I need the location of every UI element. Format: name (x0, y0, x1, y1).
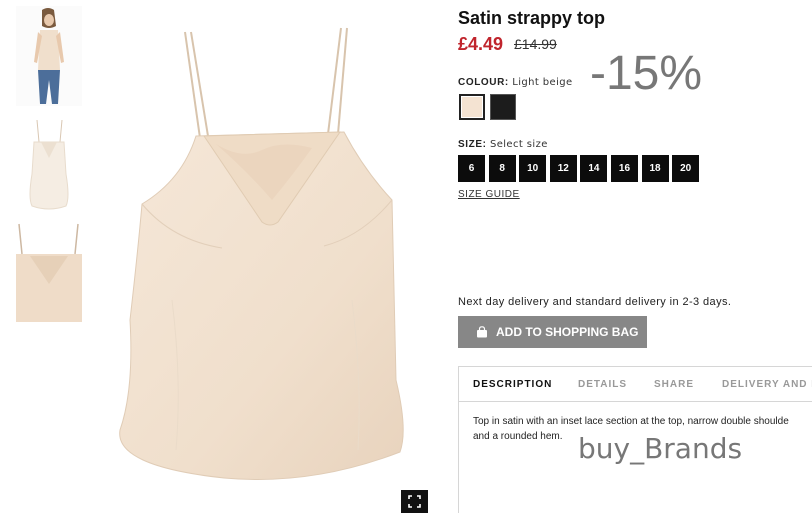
size-label: SIZE: (458, 139, 487, 150)
main-product-image (112, 0, 432, 513)
swatch-light-beige[interactable] (459, 94, 485, 120)
thumbnail-model[interactable] (16, 6, 82, 106)
tab-share[interactable]: SHARE (654, 379, 694, 390)
product-old-price: £14.99 (514, 36, 557, 52)
size-option-14[interactable]: 14 (580, 155, 608, 182)
size-guide-link[interactable]: SIZE GUIDE (458, 189, 520, 200)
size-option-18[interactable]: 18 (641, 155, 669, 182)
colour-value: Light beige (512, 77, 573, 88)
colour-label-row: COLOUR: Light beige (458, 77, 573, 88)
tab-description[interactable]: DESCRIPTION (473, 379, 552, 390)
tab-delivery[interactable]: DELIVERY AND P (722, 379, 812, 390)
tab-details[interactable]: DETAILS (578, 379, 627, 390)
size-options: 6 8 10 12 14 16 18 20 (458, 155, 700, 182)
size-option-8[interactable]: 8 (488, 155, 516, 182)
product-title: Satin strappy top (458, 8, 606, 28)
size-option-12[interactable]: 12 (549, 155, 577, 182)
size-option-20[interactable]: 20 (672, 155, 700, 182)
thumbnail-front[interactable] (16, 114, 82, 214)
fullscreen-icon (408, 495, 421, 508)
tab-bar: DESCRIPTION DETAILS SHARE DELIVERY AND P (459, 367, 812, 402)
swatch-black[interactable] (490, 94, 516, 120)
fullscreen-button[interactable] (401, 490, 428, 513)
size-option-10[interactable]: 10 (519, 155, 547, 182)
colour-label: COLOUR: (458, 77, 509, 88)
size-value: Select size (489, 139, 548, 150)
delivery-info: Next day delivery and standard delivery … (458, 296, 732, 308)
size-option-6[interactable]: 6 (458, 155, 485, 182)
thumbnail-back[interactable] (16, 222, 82, 322)
description-line-1: Top in satin with an inset lace section … (473, 416, 789, 427)
size-option-16[interactable]: 16 (610, 155, 638, 182)
watermark: buy_Brands (578, 432, 743, 465)
bag-icon (477, 326, 487, 338)
size-label-row: SIZE: Select size (458, 139, 548, 150)
discount-badge: -15% (590, 47, 703, 100)
add-to-bag-button[interactable]: ADD TO SHOPPING BAG (458, 316, 647, 348)
add-to-bag-label: ADD TO SHOPPING BAG (496, 325, 639, 339)
product-price: £4.49 (458, 34, 504, 54)
